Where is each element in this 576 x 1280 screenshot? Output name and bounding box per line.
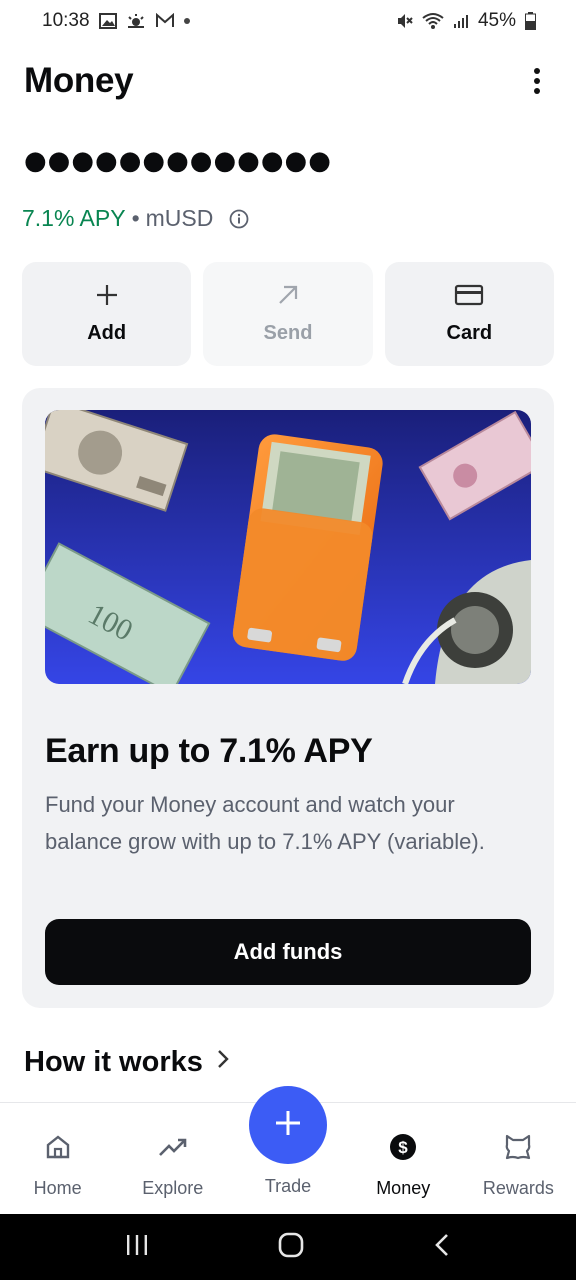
add-funds-button[interactable]: Add funds xyxy=(45,919,531,985)
balance-hidden[interactable]: ●●●●●●●●●●●●● xyxy=(24,146,332,176)
nav-trade-label: Trade xyxy=(264,1176,312,1196)
card-button[interactable]: Card xyxy=(384,262,554,366)
home-system-icon[interactable] xyxy=(278,1232,304,1263)
plus-icon xyxy=(273,1108,303,1143)
page-title: Money xyxy=(24,61,134,100)
more-dot xyxy=(534,78,540,84)
apy-row: 7.1% APY • mUSD xyxy=(22,205,249,232)
weather-icon xyxy=(126,13,146,29)
send-label: Send xyxy=(263,322,313,344)
signal-icon xyxy=(453,13,469,29)
money-actions: Add Send Card xyxy=(22,262,554,366)
promo-illustration: 100 xyxy=(45,410,531,684)
how-it-works-label: How it works xyxy=(24,1046,203,1078)
notification-dot-icon xyxy=(183,18,190,24)
card-label: Card xyxy=(446,322,493,344)
nav-money-label: Money xyxy=(376,1178,431,1198)
apy-rate: 7.1% APY xyxy=(22,205,126,231)
chevron-right-icon xyxy=(215,1046,231,1079)
apy-separator: • xyxy=(131,205,140,231)
status-time: 10:38 xyxy=(42,10,90,31)
nav-rewards[interactable]: Rewards xyxy=(461,1103,576,1214)
promo-title: Earn up to 7.1% APY xyxy=(45,732,373,770)
mute-icon xyxy=(395,12,413,30)
more-dot xyxy=(534,68,540,74)
battery-percent: 45% xyxy=(477,10,516,31)
mail-icon xyxy=(155,13,175,29)
nav-rewards-label: Rewards xyxy=(482,1178,554,1198)
trending-icon xyxy=(158,1133,188,1166)
card-icon xyxy=(454,283,484,312)
status-bar: 10:38 45% xyxy=(0,0,576,42)
plus-icon xyxy=(95,283,119,312)
more-options-button[interactable] xyxy=(522,61,552,101)
how-it-works-link[interactable]: How it works xyxy=(24,1046,231,1079)
currency-label: mUSD xyxy=(145,205,214,231)
nav-money[interactable]: $ Money xyxy=(346,1103,461,1214)
add-button[interactable]: Add xyxy=(22,262,192,366)
home-icon xyxy=(44,1133,72,1166)
trade-button[interactable] xyxy=(249,1086,327,1164)
back-icon[interactable] xyxy=(432,1232,452,1263)
info-icon[interactable] xyxy=(229,209,249,229)
svg-text:$: $ xyxy=(398,1138,408,1157)
promo-description: Fund your Money account and watch your b… xyxy=(45,792,485,854)
earn-promo-card: 100 Earn up to 7.1% APY Fund your Money … xyxy=(22,388,554,1008)
rewards-icon xyxy=(503,1133,533,1166)
send-arrow-icon xyxy=(276,283,300,312)
dollar-circle-icon: $ xyxy=(389,1133,417,1166)
header: Money xyxy=(24,56,552,106)
recent-apps-icon[interactable] xyxy=(124,1233,150,1262)
nav-explore-label: Explore xyxy=(142,1178,204,1198)
send-button[interactable]: Send xyxy=(203,262,373,366)
wifi-icon xyxy=(422,12,444,30)
nav-home[interactable]: Home xyxy=(0,1103,115,1214)
nav-home-label: Home xyxy=(33,1178,82,1198)
add-label: Add xyxy=(87,322,127,344)
more-dot xyxy=(534,88,540,94)
gallery-icon xyxy=(98,13,117,29)
nav-explore[interactable]: Explore xyxy=(115,1103,230,1214)
battery-icon xyxy=(525,12,536,30)
system-navigation-bar xyxy=(0,1214,576,1280)
